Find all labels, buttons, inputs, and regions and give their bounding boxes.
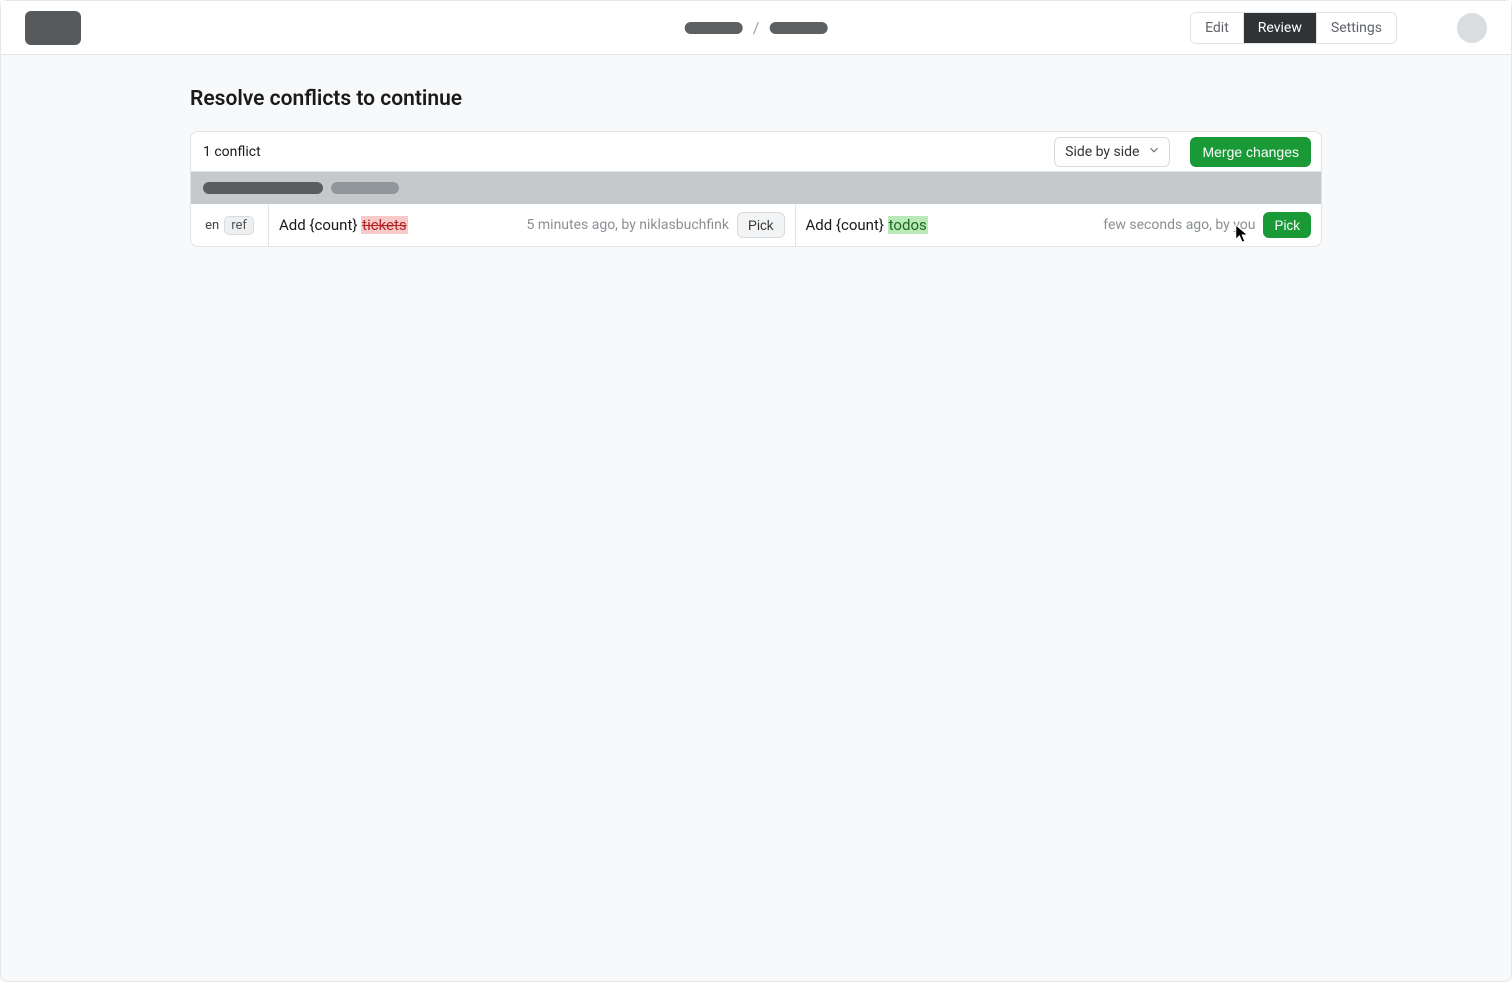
group-header-block [203, 182, 323, 194]
text-prefix: Add {count} [806, 216, 888, 234]
tab-settings[interactable]: Settings [1316, 13, 1396, 43]
conflict-panel: 1 conflict Side by side Merge changes [190, 131, 1322, 247]
conflict-right-text: Add {count} todos [806, 216, 928, 234]
conflict-left-text: Add {count} tickets [279, 216, 408, 234]
pick-right-button[interactable]: Pick [1263, 212, 1311, 238]
page-title: Resolve conflicts to continue [190, 87, 1322, 111]
conflict-count: 1 conflict [203, 144, 261, 160]
locale-code: en [205, 218, 219, 233]
tab-group: Edit Review Settings [1190, 12, 1397, 44]
topbar: / Edit Review Settings [1, 1, 1511, 55]
diff-deleted: tickets [361, 216, 407, 234]
conflict-right-meta: few seconds ago, by you [1103, 217, 1255, 233]
panel-header: 1 conflict Side by side Merge changes [191, 132, 1321, 172]
page: Resolve conflicts to continue 1 conflict… [1, 55, 1511, 247]
view-mode-label: Side by side [1065, 144, 1139, 160]
pick-left-button[interactable]: Pick [737, 212, 785, 238]
breadcrumb-separator: / [753, 18, 760, 37]
panel-header-right: Side by side Merge changes [1054, 137, 1311, 167]
app-logo[interactable] [25, 11, 81, 45]
conflict-side-left: Add {count} tickets 5 minutes ago, by ni… [269, 204, 796, 246]
diff-added: todos [888, 216, 928, 234]
text-prefix: Add {count} [279, 216, 361, 234]
conflict-row: en ref Add {count} tickets 5 minutes ago… [191, 204, 1321, 246]
content: Resolve conflicts to continue 1 conflict… [190, 87, 1322, 247]
avatar[interactable] [1457, 13, 1487, 43]
group-header-block [331, 182, 399, 194]
conflict-group-header [191, 172, 1321, 204]
locale-cell: en ref [191, 204, 269, 246]
tab-review[interactable]: Review [1243, 13, 1316, 43]
conflict-left-meta: 5 minutes ago, by niklasbuchfink [527, 217, 729, 233]
tab-edit[interactable]: Edit [1191, 13, 1243, 43]
breadcrumb-segment[interactable] [685, 22, 743, 34]
ref-badge: ref [224, 216, 254, 235]
merge-changes-button[interactable]: Merge changes [1190, 137, 1311, 167]
topbar-right: Edit Review Settings [1190, 12, 1487, 44]
breadcrumb: / [685, 18, 828, 37]
breadcrumb-segment[interactable] [769, 22, 827, 34]
conflict-side-right: Add {count} todos few seconds ago, by yo… [796, 204, 1322, 246]
chevron-down-icon [1147, 143, 1161, 161]
view-mode-select[interactable]: Side by side [1054, 137, 1170, 167]
